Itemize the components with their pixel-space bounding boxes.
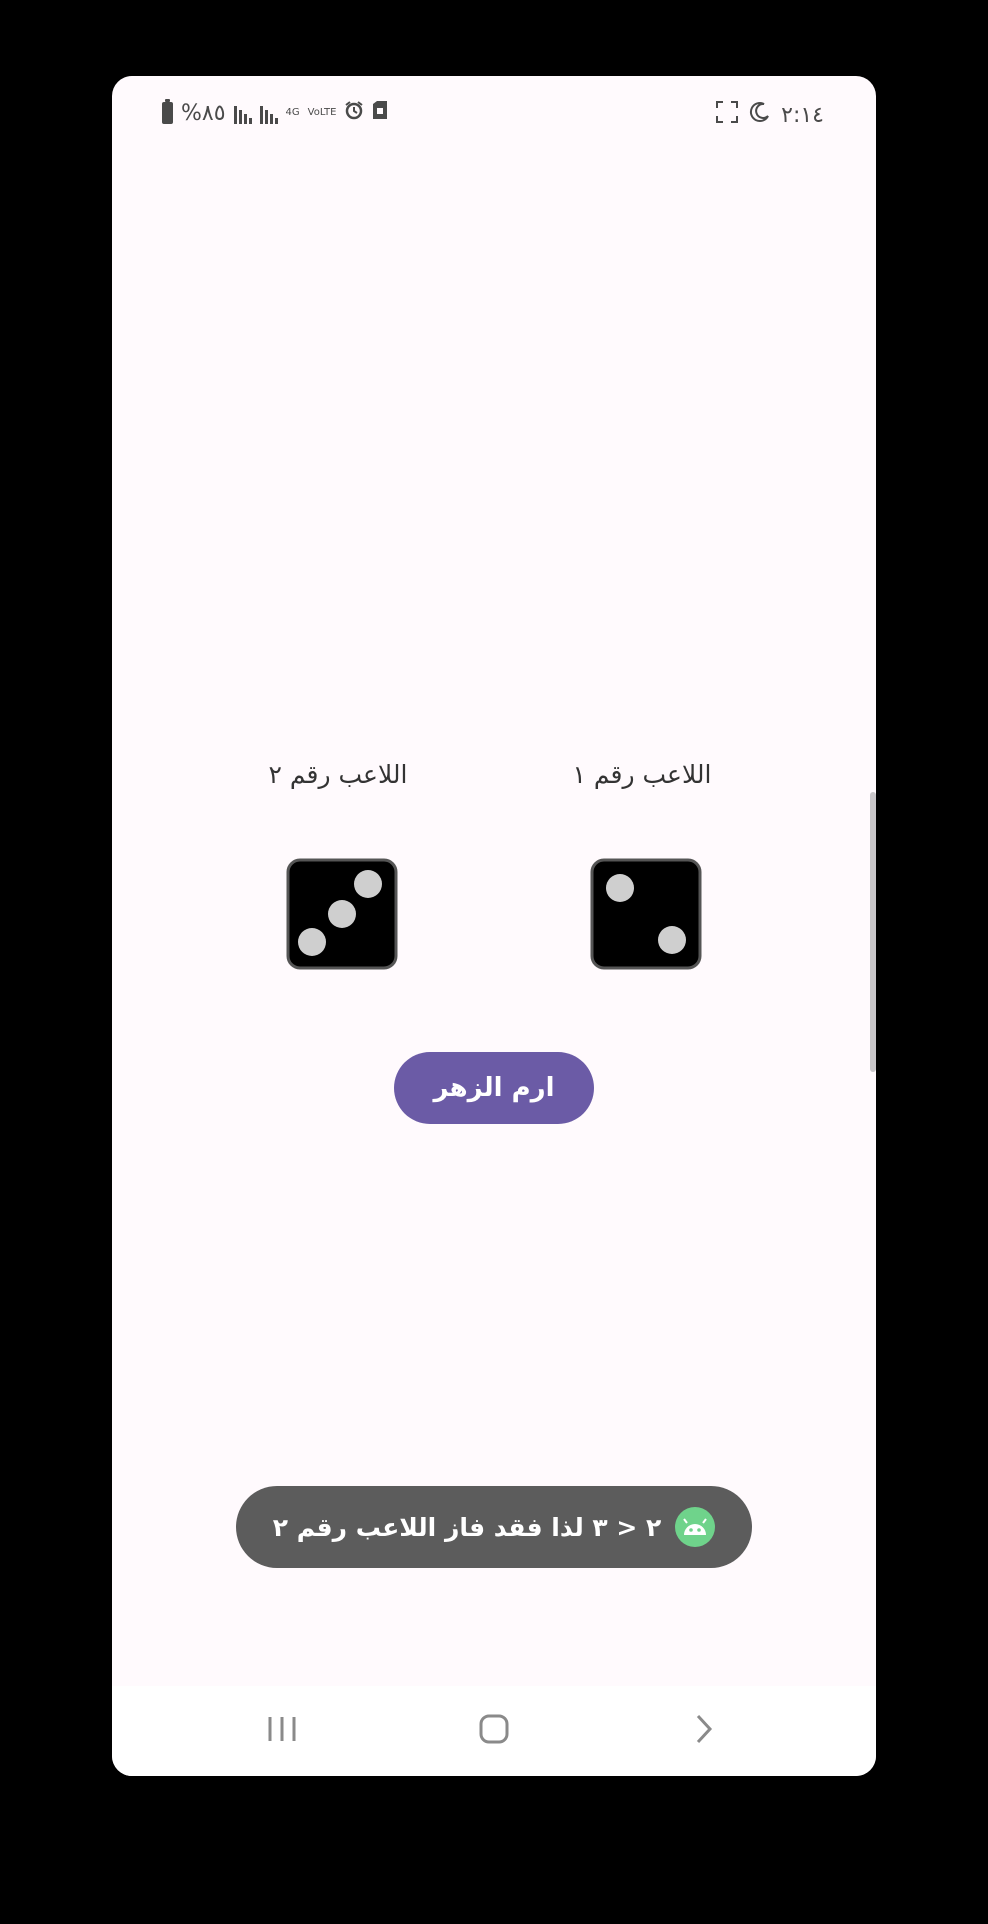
moon-icon	[749, 101, 771, 129]
status-bar: %٨٥ 4G VoLTE ٢:١٤	[112, 76, 876, 156]
roll-dice-button[interactable]: ارم الزهر	[394, 1052, 594, 1124]
toast-text: ٢ < ٣ لذا فقد فاز اللاعب رقم ٢	[272, 1512, 662, 1542]
toast-message: ٢ < ٣ لذا فقد فاز اللاعب رقم ٢	[236, 1486, 752, 1568]
status-right-group: ٢:١٤	[715, 100, 824, 130]
sim-icon	[372, 100, 388, 126]
scrollbar[interactable]	[870, 792, 876, 1072]
recents-icon	[266, 1715, 298, 1747]
signal-icon	[233, 102, 252, 124]
player1-dice	[590, 858, 702, 970]
player2-label: اللاعب رقم ٢	[268, 760, 408, 789]
home-icon	[478, 1713, 510, 1749]
phone-screen: %٨٥ 4G VoLTE ٢:١٤ اللاعب رقم ١ اللاعب رق…	[112, 76, 876, 1776]
battery-icon	[162, 99, 173, 124]
navigation-bar	[112, 1686, 876, 1776]
battery-percent: %٨٥	[181, 100, 226, 126]
expand-icon	[715, 100, 739, 130]
status-left-group: %٨٥ 4G VoLTE	[162, 99, 388, 126]
home-button[interactable]	[464, 1706, 524, 1756]
signal-icon	[259, 102, 278, 124]
player2-dice	[286, 858, 398, 970]
clock-time: ٢:١٤	[781, 102, 824, 128]
volte-label: VoLTE	[307, 107, 337, 118]
back-icon	[692, 1713, 716, 1749]
network-type-label: 4G	[285, 107, 300, 118]
alarm-icon	[344, 100, 364, 126]
back-button[interactable]	[674, 1706, 734, 1756]
android-icon	[675, 1507, 716, 1547]
recents-button[interactable]	[252, 1706, 312, 1756]
player1-label: اللاعب رقم ١	[572, 760, 712, 789]
